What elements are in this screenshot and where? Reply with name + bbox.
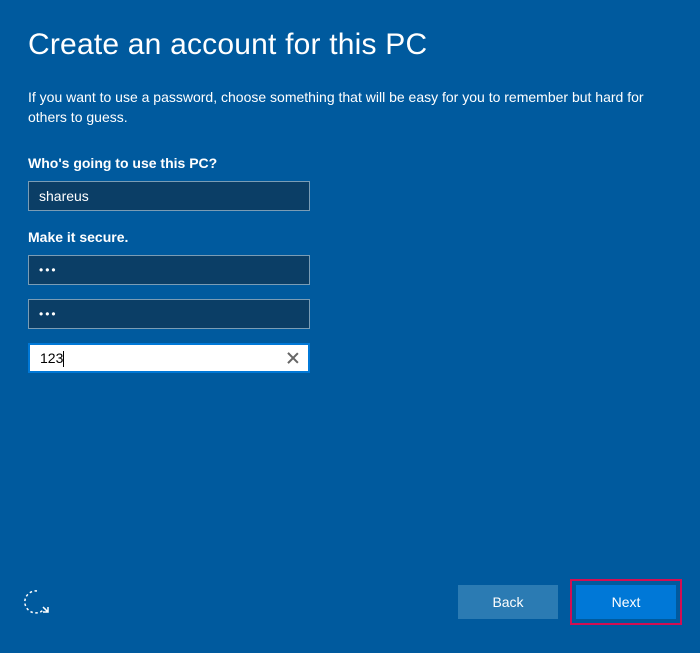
next-button[interactable]: Next [576, 585, 676, 619]
password-field[interactable]: ••• [28, 255, 310, 285]
password-hint-field[interactable]: 123 [28, 343, 310, 373]
password-value: ••• [39, 263, 299, 277]
security-label: Make it secure. [28, 229, 672, 245]
text-cursor [63, 351, 64, 367]
confirm-password-field[interactable]: ••• [28, 299, 310, 329]
clear-icon[interactable] [286, 351, 300, 365]
bottom-bar: Back Next [0, 569, 700, 653]
next-button-highlight: Next [570, 579, 682, 625]
hint-text-wrap: 123 [40, 350, 298, 367]
username-label: Who's going to use this PC? [28, 155, 672, 171]
setup-page: Create an account for this PC If you wan… [0, 0, 700, 373]
page-title: Create an account for this PC [28, 28, 672, 62]
security-group: Make it secure. ••• ••• 123 [28, 229, 672, 373]
username-group: Who's going to use this PC? shareus [28, 155, 672, 211]
username-field[interactable]: shareus [28, 181, 310, 211]
hint-value: 123 [40, 350, 63, 366]
confirm-password-value: ••• [39, 307, 299, 321]
username-value: shareus [39, 188, 299, 204]
page-subtitle: If you want to use a password, choose so… [28, 88, 668, 127]
ease-of-access-icon[interactable] [24, 589, 50, 615]
back-button[interactable]: Back [458, 585, 558, 619]
